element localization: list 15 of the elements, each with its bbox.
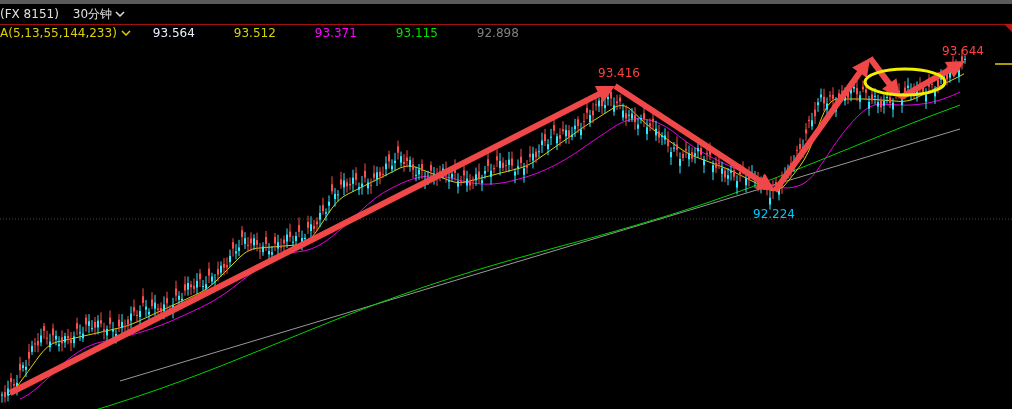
moving-average-value: 92.898	[476, 26, 520, 40]
price-label: 93.644	[942, 44, 984, 58]
period-selector[interactable]: 30分钟	[72, 5, 113, 23]
moving-average-value: 93.115	[395, 26, 439, 40]
symbol-label: (FX 8151)	[0, 7, 59, 21]
moving-average-value: 93.512	[233, 26, 277, 40]
price-label: 92.224	[753, 207, 795, 221]
corner-marker-icon	[1004, 24, 1012, 32]
price-label: 93.416	[598, 66, 640, 80]
moving-average-value: 93.564	[152, 26, 196, 40]
moving-average-label: A(5,13,55,144,233)	[0, 26, 117, 40]
moving-average-value: 93.371	[314, 26, 358, 40]
chevron-down-icon[interactable]	[115, 10, 126, 18]
price-marker-line	[994, 63, 1012, 65]
chevron-down-icon[interactable]	[120, 29, 131, 37]
